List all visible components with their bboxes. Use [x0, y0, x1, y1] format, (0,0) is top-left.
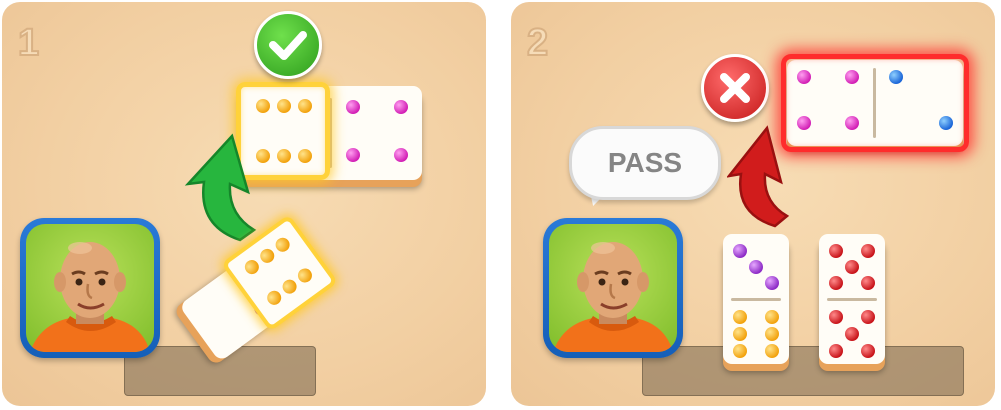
monk-portrait-icon: [553, 242, 673, 352]
pass-speech-bubble: PASS: [569, 126, 721, 200]
check-icon: [269, 31, 307, 60]
hand-domino-5-5[interactable]: [819, 234, 885, 364]
invalid-move-badge: [701, 54, 769, 122]
no-match-highlight: [781, 54, 969, 152]
player-avatar[interactable]: [20, 218, 160, 358]
move-arrow-icon: [727, 125, 790, 228]
step-number: 1: [17, 22, 40, 64]
valid-move-badge: [254, 11, 322, 79]
cross-icon: [720, 73, 750, 103]
player-tile-tray: [642, 346, 964, 396]
panel-step-1: 1: [2, 2, 486, 406]
player-avatar[interactable]: [543, 218, 683, 358]
step-number: 2: [526, 22, 549, 64]
monk-portrait-icon: [30, 242, 150, 352]
hand-domino-3-6[interactable]: [723, 234, 789, 364]
panel-step-2: 2 PASS: [511, 2, 995, 406]
